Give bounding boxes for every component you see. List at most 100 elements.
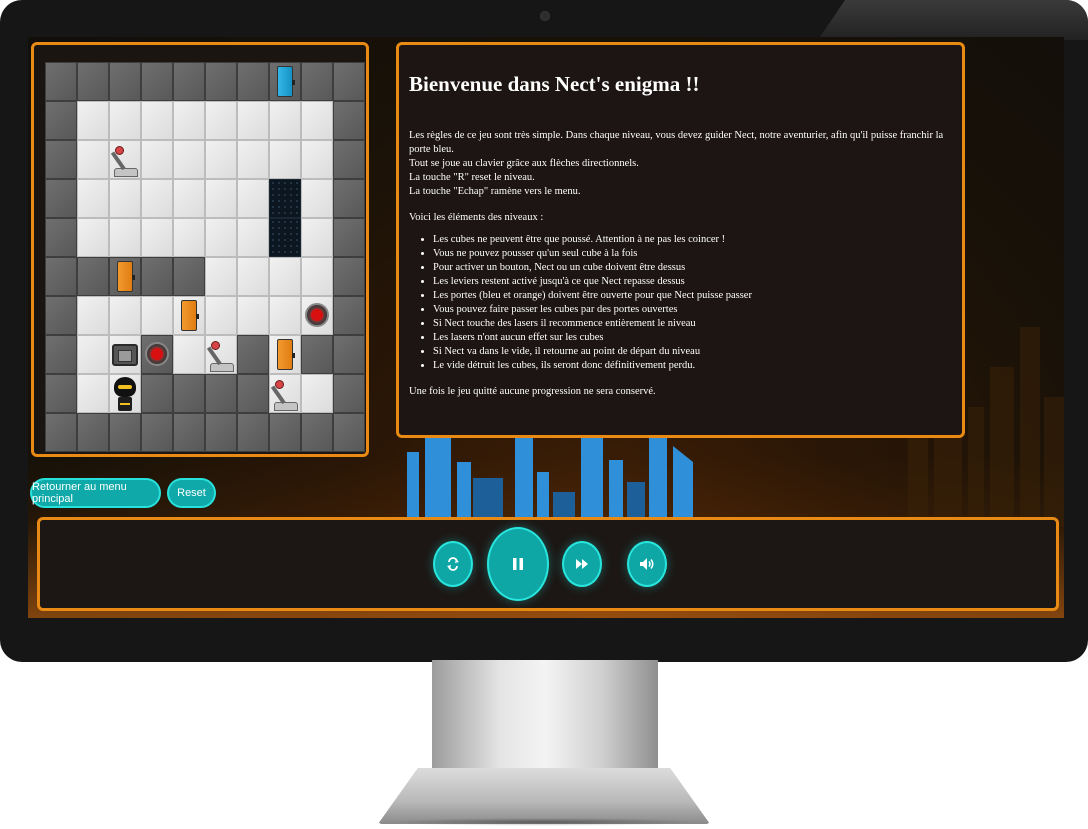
rule-item: Si Nect va dans le vide, il retourne au …	[433, 345, 952, 359]
rules-panel: Bienvenue dans Nect's enigma !! Les règl…	[396, 42, 965, 438]
fast-forward-button[interactable]	[562, 541, 602, 587]
wall-tile	[77, 257, 109, 296]
wall-tile	[45, 335, 77, 374]
floor-tile	[141, 218, 173, 257]
intro-line: La touche "Echap" ramène vers le menu.	[409, 186, 581, 197]
main-menu-button[interactable]: Retourner au menu principal	[30, 478, 161, 508]
wall-tile	[45, 374, 77, 413]
floor-tile	[173, 101, 205, 140]
floor-tile	[77, 179, 109, 218]
wall-tile	[269, 413, 301, 452]
laser-emitter-icon	[112, 344, 138, 366]
wall-tile	[77, 62, 109, 101]
wall-tile	[237, 335, 269, 374]
wall-tile	[45, 413, 77, 452]
wall-tile	[141, 374, 173, 413]
wall-tile	[333, 62, 365, 101]
pressure-button-icon	[145, 342, 169, 366]
floor-tile	[77, 101, 109, 140]
wall-tile	[301, 62, 333, 101]
wall-tile	[301, 413, 333, 452]
rule-item: Vous pouvez faire passer les cubes par d…	[433, 303, 952, 317]
wall-tile	[45, 140, 77, 179]
floor-tile	[205, 101, 237, 140]
game-board-panel	[31, 42, 369, 457]
wall-tile	[45, 179, 77, 218]
wall-tile	[45, 218, 77, 257]
rule-item: Les portes (bleu et orange) doivent être…	[433, 289, 952, 303]
intro-line: Tout se joue au clavier grâce aux flèche…	[409, 158, 639, 169]
wall-tile	[141, 62, 173, 101]
floor-tile	[109, 179, 141, 218]
rule-item: Pour activer un bouton, Nect ou un cube …	[433, 261, 952, 275]
rule-item: Les leviers restent activé jusqu'à ce qu…	[433, 275, 952, 289]
orange-door-icon	[181, 300, 199, 331]
wall-tile	[205, 374, 237, 413]
wall-tile	[301, 335, 333, 374]
floor-tile	[77, 296, 109, 335]
wall-tile	[141, 257, 173, 296]
void-tile	[269, 179, 301, 218]
wall-tile	[333, 218, 365, 257]
wall-tile	[237, 62, 269, 101]
floor-tile	[301, 179, 333, 218]
floor-tile	[109, 101, 141, 140]
floor-tile	[237, 179, 269, 218]
app-screen: Retourner au menu principal Reset Bienve…	[28, 37, 1064, 618]
floor-tile	[77, 374, 109, 413]
wall-tile	[109, 413, 141, 452]
floor-tile	[237, 101, 269, 140]
floor-tile	[301, 101, 333, 140]
wall-tile	[333, 413, 365, 452]
webcam-dot	[540, 11, 550, 21]
orange-door-icon	[117, 261, 135, 292]
volume-button[interactable]	[627, 541, 667, 587]
floor-tile	[109, 218, 141, 257]
elements-heading: Voici les éléments des niveaux :	[409, 212, 544, 223]
floor-tile	[237, 257, 269, 296]
game-board	[45, 62, 365, 452]
floor-tile	[141, 179, 173, 218]
monitor-bezel: Retourner au menu principal Reset Bienve…	[0, 0, 1088, 662]
floor-tile	[269, 101, 301, 140]
floor-tile	[173, 218, 205, 257]
floor-tile	[237, 140, 269, 179]
pause-button[interactable]	[487, 527, 549, 601]
wall-tile	[333, 257, 365, 296]
fast-forward-icon	[576, 559, 588, 569]
rule-item: Les lasers n'ont aucun effet sur les cub…	[433, 331, 952, 345]
repeat-button[interactable]	[433, 541, 473, 587]
floor-tile	[205, 296, 237, 335]
pause-icon	[513, 558, 523, 570]
pressure-button-icon	[305, 303, 329, 327]
floor-tile	[301, 218, 333, 257]
nect-character-icon	[114, 377, 136, 411]
welcome-title: Bienvenue dans Nect's enigma !!	[409, 72, 700, 96]
wall-tile	[173, 413, 205, 452]
rule-item: Les cubes ne peuvent être que poussé. At…	[433, 233, 952, 247]
footer-note: Une fois le jeu quitté aucune progressio…	[409, 386, 656, 397]
wall-tile	[141, 413, 173, 452]
music-player-bar	[37, 517, 1059, 611]
wall-tile	[173, 257, 205, 296]
floor-tile	[237, 218, 269, 257]
reset-button[interactable]: Reset	[167, 478, 216, 508]
wall-tile	[333, 335, 365, 374]
rule-item: Le vide détruit les cubes, ils seront do…	[433, 359, 952, 373]
floor-tile	[141, 101, 173, 140]
wall-tile	[333, 374, 365, 413]
intro-line: La touche "R" reset le niveau.	[409, 172, 535, 183]
wall-tile	[205, 62, 237, 101]
wall-tile	[333, 101, 365, 140]
floor-tile	[141, 296, 173, 335]
floor-tile	[173, 335, 205, 374]
wall-tile	[333, 296, 365, 335]
floor-tile	[173, 140, 205, 179]
floor-tile	[77, 140, 109, 179]
floor-tile	[173, 179, 205, 218]
void-tile	[269, 218, 301, 257]
wall-tile	[205, 413, 237, 452]
wall-tile	[173, 62, 205, 101]
rule-item: Si Nect touche des lasers il recommence …	[433, 317, 952, 331]
wall-tile	[45, 257, 77, 296]
